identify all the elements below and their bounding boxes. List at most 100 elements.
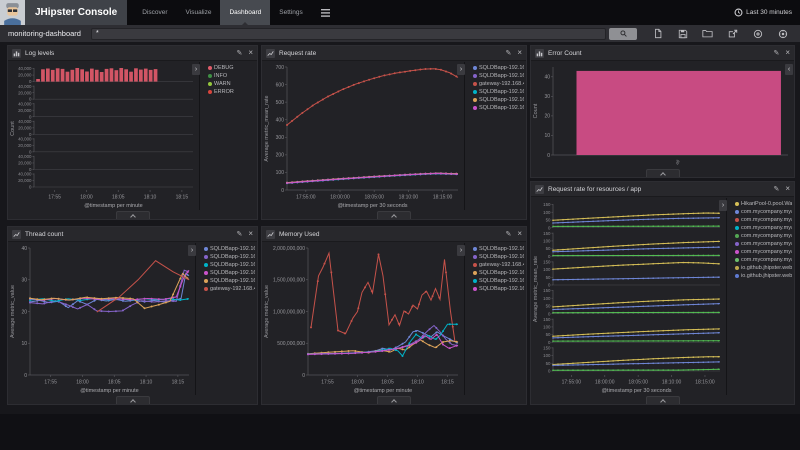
legend-item[interactable]: SQLDBapp-192.168.4...	[473, 254, 524, 260]
legend-item[interactable]: ERROR	[208, 89, 255, 95]
legend-item[interactable]: SQLDBapp-192.168.4...	[204, 278, 255, 284]
collapse-panel-button[interactable]	[116, 211, 150, 219]
panel-header-request-rate-resources[interactable]: Request rate for resources / app ✎×	[531, 182, 794, 197]
legend-item[interactable]: gateway-192.168.43.8...	[473, 81, 524, 87]
collapse-panel-button[interactable]	[377, 211, 411, 219]
legend-item[interactable]: WARN	[208, 81, 255, 87]
chart-canvas-request-rate-resources[interactable]: 1501005001501005001501005001501005001501…	[531, 198, 726, 395]
legend-item[interactable]: com.mycompany.myap...	[735, 233, 792, 239]
svg-text:Average metric_mean_rate: Average metric_mean_rate	[533, 256, 539, 322]
legend-item[interactable]: io.github.jhipster.web.r...	[735, 273, 792, 279]
remove-panel-icon[interactable]: ×	[517, 49, 522, 57]
edit-panel-icon[interactable]: ✎	[236, 49, 242, 57]
collapse-panel-button[interactable]	[646, 396, 680, 404]
chart-canvas-error-count[interactable]: 403020100allCount	[531, 62, 794, 168]
legend-toggle-icon[interactable]: ›	[188, 245, 196, 256]
panel-header-thread-count[interactable]: Thread count ✎×	[8, 227, 257, 242]
chart-canvas-thread-count[interactable]: 40302010017:5518:0018:0518:1018:15@times…	[8, 243, 195, 395]
legend-toggle-icon[interactable]: ‹	[785, 64, 793, 75]
legend-item[interactable]: com.mycompany.myap...	[735, 209, 792, 215]
svg-text:18:00: 18:00	[76, 380, 89, 386]
legend-item[interactable]: SQLDBapp-192.168.4...	[473, 105, 524, 111]
edit-panel-icon[interactable]: ✎	[505, 230, 511, 238]
legend-toggle-icon[interactable]: ›	[457, 64, 465, 75]
legend-item[interactable]: SQLDBapp-192.168.4...	[473, 65, 524, 71]
svg-text:@timestamp per minute: @timestamp per minute	[354, 388, 412, 394]
remove-panel-icon[interactable]: ×	[785, 185, 790, 193]
legend-item[interactable]: com.mycompany.myap...	[735, 257, 792, 263]
svg-text:150: 150	[543, 317, 551, 322]
legend-color-dot	[473, 247, 477, 251]
save-icon[interactable]	[677, 28, 688, 39]
edit-panel-icon[interactable]: ✎	[773, 49, 779, 57]
legend-column: › DEBUGINFOWARNERROR	[199, 62, 257, 210]
legend-item[interactable]: SQLDBapp-192.168.4...	[204, 254, 255, 260]
search-button[interactable]	[609, 28, 637, 40]
collapse-panel-button[interactable]	[646, 169, 680, 177]
panel-header-request-rate[interactable]: Request rate ✎×	[262, 46, 526, 61]
new-document-icon[interactable]	[652, 28, 663, 39]
legend-item[interactable]: SQLDBapp-192.168.4...	[473, 89, 524, 95]
nav-dashboard[interactable]: Dashboard	[220, 0, 270, 25]
legend-item[interactable]: SQLDBapp-192.168.4...	[473, 270, 524, 276]
legend-item[interactable]: INFO	[208, 73, 255, 79]
panel-header-log-levels[interactable]: Log levels ✎×	[8, 46, 257, 61]
query-input[interactable]	[91, 28, 606, 40]
legend-item[interactable]: gateway-192.168.43.8...	[204, 286, 255, 292]
legend-item[interactable]: SQLDBapp-192.168.4...	[473, 97, 524, 103]
svg-text:600: 600	[276, 82, 285, 88]
legend-item[interactable]: SQLDBapp-192.168.4...	[473, 73, 524, 79]
legend-item[interactable]: SQLDBapp-192.168.4...	[473, 286, 524, 292]
legend-item[interactable]: SQLDBapp-192.168.4...	[204, 246, 255, 252]
open-folder-icon[interactable]	[702, 28, 713, 39]
chart-canvas-request-rate[interactable]: 700600500400300200100017:55:0018:00:0018…	[262, 62, 464, 210]
add-visualization-icon[interactable]	[752, 28, 763, 39]
legend-toggle-icon[interactable]: ›	[719, 200, 727, 211]
collapse-panel-button[interactable]	[377, 396, 411, 404]
legend-item[interactable]: DEBUG	[208, 65, 255, 71]
line-chart-icon	[266, 230, 275, 239]
chart-canvas-memory-used[interactable]: 2,000,000,0001,500,000,0001,000,000,0005…	[262, 243, 464, 395]
legend-color-dot	[473, 279, 477, 283]
remove-panel-icon[interactable]: ×	[248, 230, 253, 238]
nav-visualize[interactable]: Visualize	[177, 0, 221, 25]
legend-label: gateway-192.168.43.8...	[479, 262, 524, 268]
legend-toggle-icon[interactable]: ›	[192, 64, 200, 75]
edit-panel-icon[interactable]: ✎	[773, 185, 779, 193]
legend-item[interactable]: SQLDBapp-192.168.4...	[204, 262, 255, 268]
options-gear-icon[interactable]	[777, 28, 788, 39]
legend-label: SQLDBapp-192.168.4...	[210, 254, 255, 260]
legend-toggle-icon[interactable]: ›	[457, 245, 465, 256]
legend-item[interactable]: com.mycompany.myap...	[735, 249, 792, 255]
legend-label: SQLDBapp-192.168.4...	[479, 246, 524, 252]
legend-item[interactable]: SQLDBapp-192.168.4...	[204, 270, 255, 276]
menu-icon[interactable]	[312, 0, 339, 25]
remove-panel-icon[interactable]: ×	[785, 49, 790, 57]
chart-canvas-log-levels[interactable]: 40,00020,000040,00020,000040,00020,00004…	[8, 62, 199, 210]
svg-text:18:05:00: 18:05:00	[364, 195, 384, 201]
time-picker[interactable]: Last 30 minutes	[734, 0, 800, 25]
legend-item[interactable]: SQLDBapp-192.168.4...	[473, 278, 524, 284]
remove-panel-icon[interactable]: ×	[248, 49, 253, 57]
panel-title: Error Count	[548, 50, 773, 57]
remove-panel-icon[interactable]: ×	[517, 230, 522, 238]
legend-label: com.mycompany.myap...	[741, 241, 792, 247]
panel-header-error-count[interactable]: Error Count ✎ ×	[531, 46, 794, 61]
legend-item[interactable]: io.github.jhipster.web.r...	[735, 265, 792, 271]
collapse-panel-button[interactable]	[116, 396, 150, 404]
legend-item[interactable]: HikariPool-0.pool.Wait	[735, 201, 792, 207]
legend-item[interactable]: com.mycompany.myap...	[735, 225, 792, 231]
legend-label: DEBUG	[214, 65, 234, 71]
legend-item[interactable]: com.mycompany.myap...	[735, 217, 792, 223]
edit-panel-icon[interactable]: ✎	[505, 49, 511, 57]
panel-header-memory-used[interactable]: Memory Used ✎×	[262, 227, 526, 242]
legend-item[interactable]: gateway-192.168.43.8...	[473, 262, 524, 268]
share-icon[interactable]	[727, 28, 738, 39]
nav-discover[interactable]: Discover	[133, 0, 176, 25]
legend-item[interactable]: com.mycompany.myap...	[735, 241, 792, 247]
legend-label: gateway-192.168.43.8...	[210, 286, 255, 292]
edit-panel-icon[interactable]: ✎	[236, 230, 242, 238]
nav-settings[interactable]: Settings	[270, 0, 312, 25]
legend-item[interactable]: SQLDBapp-192.168.4...	[473, 246, 524, 252]
legend-label: io.github.jhipster.web.r...	[741, 265, 792, 271]
